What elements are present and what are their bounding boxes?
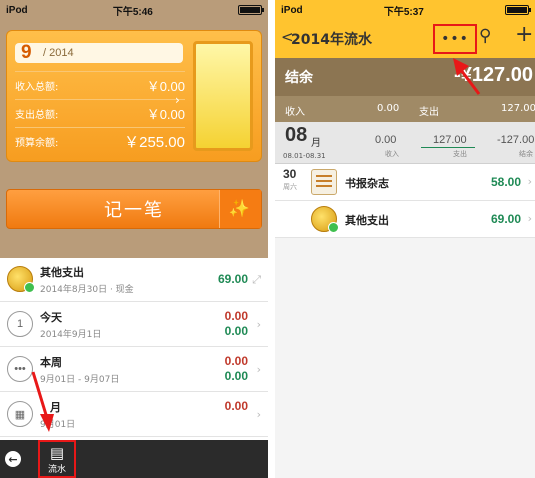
annotation-arrow xyxy=(31,371,54,432)
left-screen: iPod 下午5:46 9 / 2014 收入总额: ￥0.00 支出总额: ￥… xyxy=(0,0,268,478)
right-screen: iPod 下午5:37 < 2014年流水 ••• ⚲ + 结余 -¥127.0… xyxy=(275,0,535,478)
annotation-arrow xyxy=(453,58,481,95)
